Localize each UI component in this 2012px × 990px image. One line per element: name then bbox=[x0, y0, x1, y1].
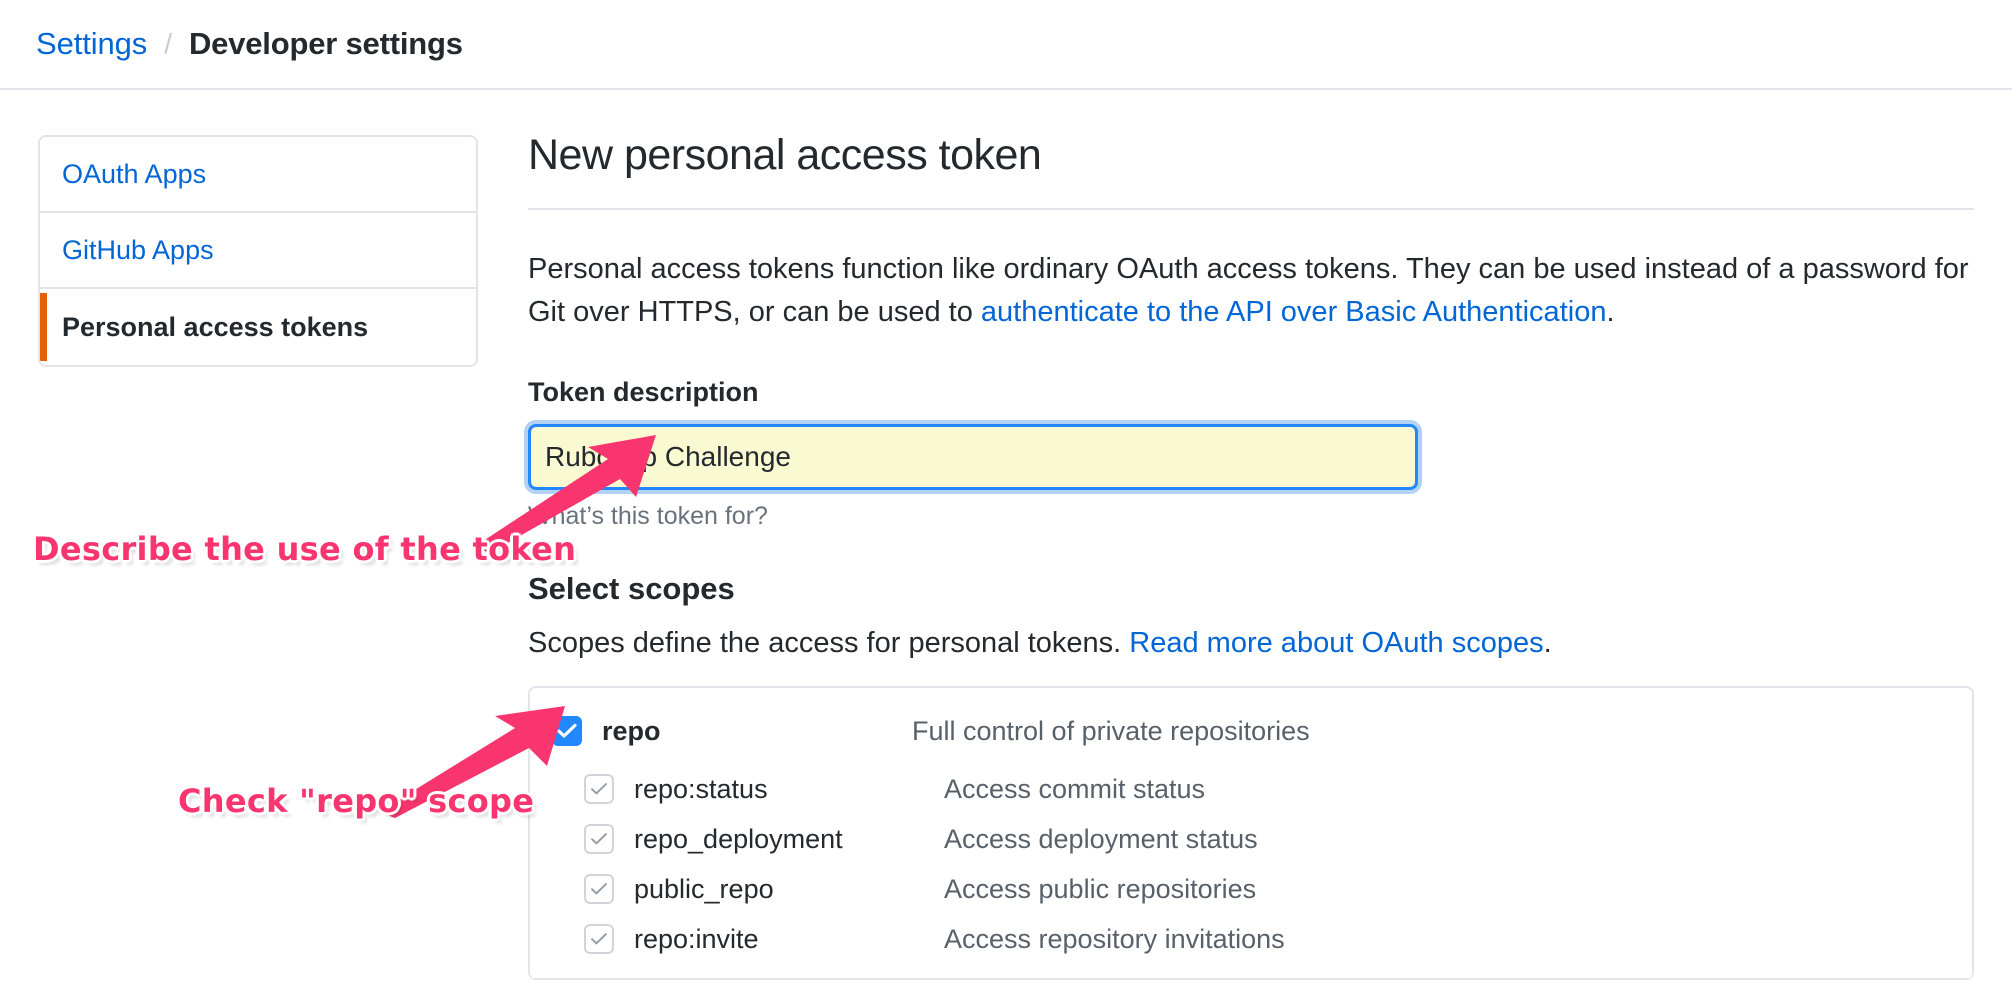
sidebar-item-label: Personal access tokens bbox=[62, 311, 369, 342]
token-description-field[interactable] bbox=[528, 424, 1418, 491]
breadcrumb-separator: / bbox=[164, 28, 172, 59]
checkbox-repo-deployment bbox=[584, 824, 614, 855]
scope-row: repo_deployment Access deployment status bbox=[530, 818, 1972, 860]
scope-description: Full control of private repositories bbox=[912, 715, 1310, 746]
breadcrumb-settings-link[interactable]: Settings bbox=[36, 26, 147, 62]
scope-description: Access commit status bbox=[944, 773, 1206, 804]
breadcrumb-current: Developer settings bbox=[189, 26, 463, 61]
page-root: Settings / Developer settings OAuth Apps… bbox=[0, 0, 2012, 990]
scopes-desc-before: Scopes define the access for personal to… bbox=[528, 627, 1130, 660]
checkbox-repo-invite bbox=[584, 924, 614, 955]
settings-sidebar: OAuth Apps GitHub Apps Personal access t… bbox=[38, 135, 478, 367]
scopes-description: Scopes define the access for personal to… bbox=[528, 627, 1974, 660]
sidebar-item-github-apps[interactable]: GitHub Apps bbox=[40, 213, 476, 289]
token-description-hint: What’s this token for? bbox=[528, 502, 768, 531]
basic-auth-doc-link[interactable]: authenticate to the API over Basic Authe… bbox=[981, 296, 1607, 328]
scope-name: repo:status bbox=[634, 773, 768, 804]
token-description-input[interactable] bbox=[545, 427, 1401, 488]
scope-name: repo_deployment bbox=[634, 823, 843, 854]
select-scopes-heading: Select scopes bbox=[528, 571, 735, 607]
sidebar-item-personal-access-tokens[interactable]: Personal access tokens bbox=[40, 289, 476, 365]
intro-paragraph: Personal access tokens function like ord… bbox=[528, 248, 1974, 334]
scope-description: Access public repositories bbox=[944, 873, 1257, 904]
annotation-describe-token: Describe the use of the token bbox=[33, 530, 577, 568]
checkbox-public-repo bbox=[584, 874, 614, 905]
scope-name: repo:invite bbox=[634, 923, 759, 954]
scope-row: public_repo Access public repositories bbox=[530, 868, 1972, 910]
scope-description: Access repository invitations bbox=[944, 923, 1285, 954]
scope-description: Access deployment status bbox=[944, 823, 1258, 854]
checkbox-repo[interactable] bbox=[552, 716, 582, 747]
oauth-scopes-doc-link[interactable]: Read more about OAuth scopes bbox=[1129, 627, 1543, 659]
page-header: Settings / Developer settings bbox=[0, 0, 2012, 90]
intro-text-after: . bbox=[1606, 295, 1615, 328]
main-content: New personal access token Personal acces… bbox=[528, 130, 1974, 981]
sidebar-item-oauth-apps[interactable]: OAuth Apps bbox=[40, 137, 476, 213]
scope-name: public_repo bbox=[634, 873, 774, 904]
breadcrumb: Settings / Developer settings bbox=[36, 26, 463, 62]
title-divider bbox=[528, 207, 1974, 210]
checkbox-repo-status bbox=[584, 774, 614, 805]
scope-row: repo:invite Access repository invitation… bbox=[530, 918, 1972, 960]
page-title: New personal access token bbox=[528, 131, 1042, 179]
annotation-check-repo-scope: Check "repo" scope bbox=[178, 782, 535, 820]
scope-row[interactable]: repo Full control of private repositorie… bbox=[530, 710, 1972, 752]
sidebar-item-label: GitHub Apps bbox=[62, 234, 214, 265]
scope-row: repo:status Access commit status bbox=[530, 768, 1972, 810]
scopes-list: repo Full control of private repositorie… bbox=[528, 686, 1974, 981]
sidebar-item-label: OAuth Apps bbox=[62, 158, 207, 189]
scopes-desc-after: . bbox=[1543, 627, 1552, 660]
token-description-label: Token description bbox=[528, 377, 759, 408]
scope-group-divider bbox=[530, 978, 1972, 981]
scope-name: repo bbox=[602, 715, 661, 746]
